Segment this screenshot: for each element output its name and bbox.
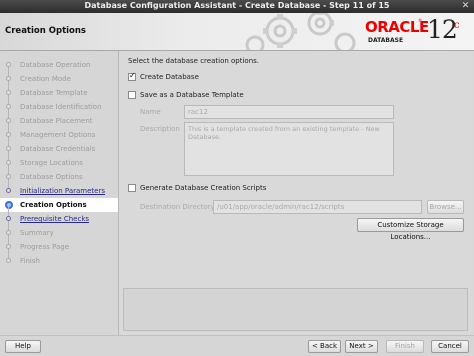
customize-storage-button[interactable]: Customize Storage Locations... — [357, 218, 464, 241]
step-management-options: Management Options — [0, 123, 118, 142]
step-creation-options[interactable]: Creation Options — [0, 198, 118, 212]
footer-bar: Help < Back Next > Finish Cancel — [0, 335, 474, 356]
step-navigator: Database Operation Creation Mode Databas… — [0, 51, 118, 335]
step-database-placement: Database Placement — [0, 109, 118, 128]
current-step-icon — [5, 201, 13, 209]
name-label: Name — [140, 108, 161, 116]
step-label: Storage Locations — [20, 159, 83, 167]
step-prerequisite-checks[interactable]: Prerequisite Checks — [0, 207, 118, 226]
step-label: Summary — [20, 229, 54, 237]
window-title: Database Configuration Assistant - Creat… — [84, 1, 390, 10]
step-label: Management Options — [20, 131, 96, 139]
step-finish: Finish — [0, 249, 118, 268]
create-database-label[interactable]: Create Database — [140, 73, 199, 81]
browse-button[interactable]: Browse... — [427, 200, 464, 214]
version-number: 12 — [427, 15, 458, 44]
step-label: Creation Mode — [20, 75, 71, 83]
step-label: Database Options — [20, 173, 83, 181]
step-database-operation: Database Operation — [0, 58, 118, 72]
page-title: Creation Options — [5, 26, 86, 36]
step-summary: Summary — [0, 221, 118, 240]
step-dot-icon — [6, 188, 11, 193]
gears-icon — [245, 13, 356, 50]
step-database-credentials: Database Credentials — [0, 137, 118, 156]
window-titlebar: Database Configuration Assistant - Creat… — [0, 0, 474, 13]
header-banner: Creation Options ORACLE ® DATABASE 12 c — [0, 13, 474, 51]
description-label: Description — [140, 125, 180, 133]
step-label[interactable]: Prerequisite Checks — [20, 215, 89, 223]
database-wordmark: DATABASE — [368, 37, 404, 44]
cancel-button[interactable]: Cancel — [431, 340, 469, 353]
step-label: Creation Options — [20, 201, 87, 209]
step-label: Database Identification — [20, 103, 102, 111]
oracle-logo: ORACLE ® DATABASE 12 c — [358, 15, 468, 48]
step-initialization-parameters[interactable]: Initialization Parameters — [0, 179, 118, 198]
step-progress-page: Progress Page — [0, 235, 118, 254]
save-template-label[interactable]: Save as a Database Template — [140, 91, 244, 99]
finish-button[interactable]: Finish — [386, 340, 424, 353]
step-label: Database Placement — [20, 117, 93, 125]
next-button[interactable]: Next > — [345, 340, 378, 353]
destination-directory-label: Destination Directory: — [140, 203, 217, 211]
template-name-field[interactable]: rac12 — [184, 105, 394, 119]
close-icon[interactable]: ✕ — [460, 1, 471, 11]
step-creation-mode: Creation Mode — [0, 67, 118, 86]
step-storage-locations: Storage Locations — [0, 151, 118, 170]
save-template-checkbox[interactable] — [128, 91, 136, 99]
step-label: Database Operation — [20, 61, 91, 69]
step-label[interactable]: Initialization Parameters — [20, 187, 105, 195]
destination-directory-field[interactable]: /u01/app/oracle/admin/rac12/scripts — [213, 200, 422, 214]
create-database-checkbox[interactable] — [128, 71, 136, 81]
step-database-template: Database Template — [0, 81, 118, 100]
message-panel — [123, 288, 468, 331]
intro-text: Select the database creation options. — [128, 57, 260, 65]
step-label: Finish — [20, 257, 40, 265]
version-suffix: c — [454, 20, 460, 31]
step-label: Database Template — [20, 89, 88, 97]
registered-mark: ® — [418, 18, 422, 23]
generate-scripts-checkbox[interactable] — [128, 184, 136, 192]
generate-scripts-label[interactable]: Generate Database Creation Scripts — [140, 184, 266, 192]
back-button[interactable]: < Back — [308, 340, 341, 353]
step-database-options: Database Options — [0, 165, 118, 184]
step-label: Progress Page — [20, 243, 70, 251]
template-description-field[interactable]: This is a template created from an exist… — [184, 122, 394, 176]
step-label: Database Credentials — [20, 145, 96, 153]
step-dot-icon — [6, 258, 11, 263]
help-button[interactable]: Help — [5, 340, 41, 353]
step-database-identification: Database Identification — [0, 95, 118, 114]
